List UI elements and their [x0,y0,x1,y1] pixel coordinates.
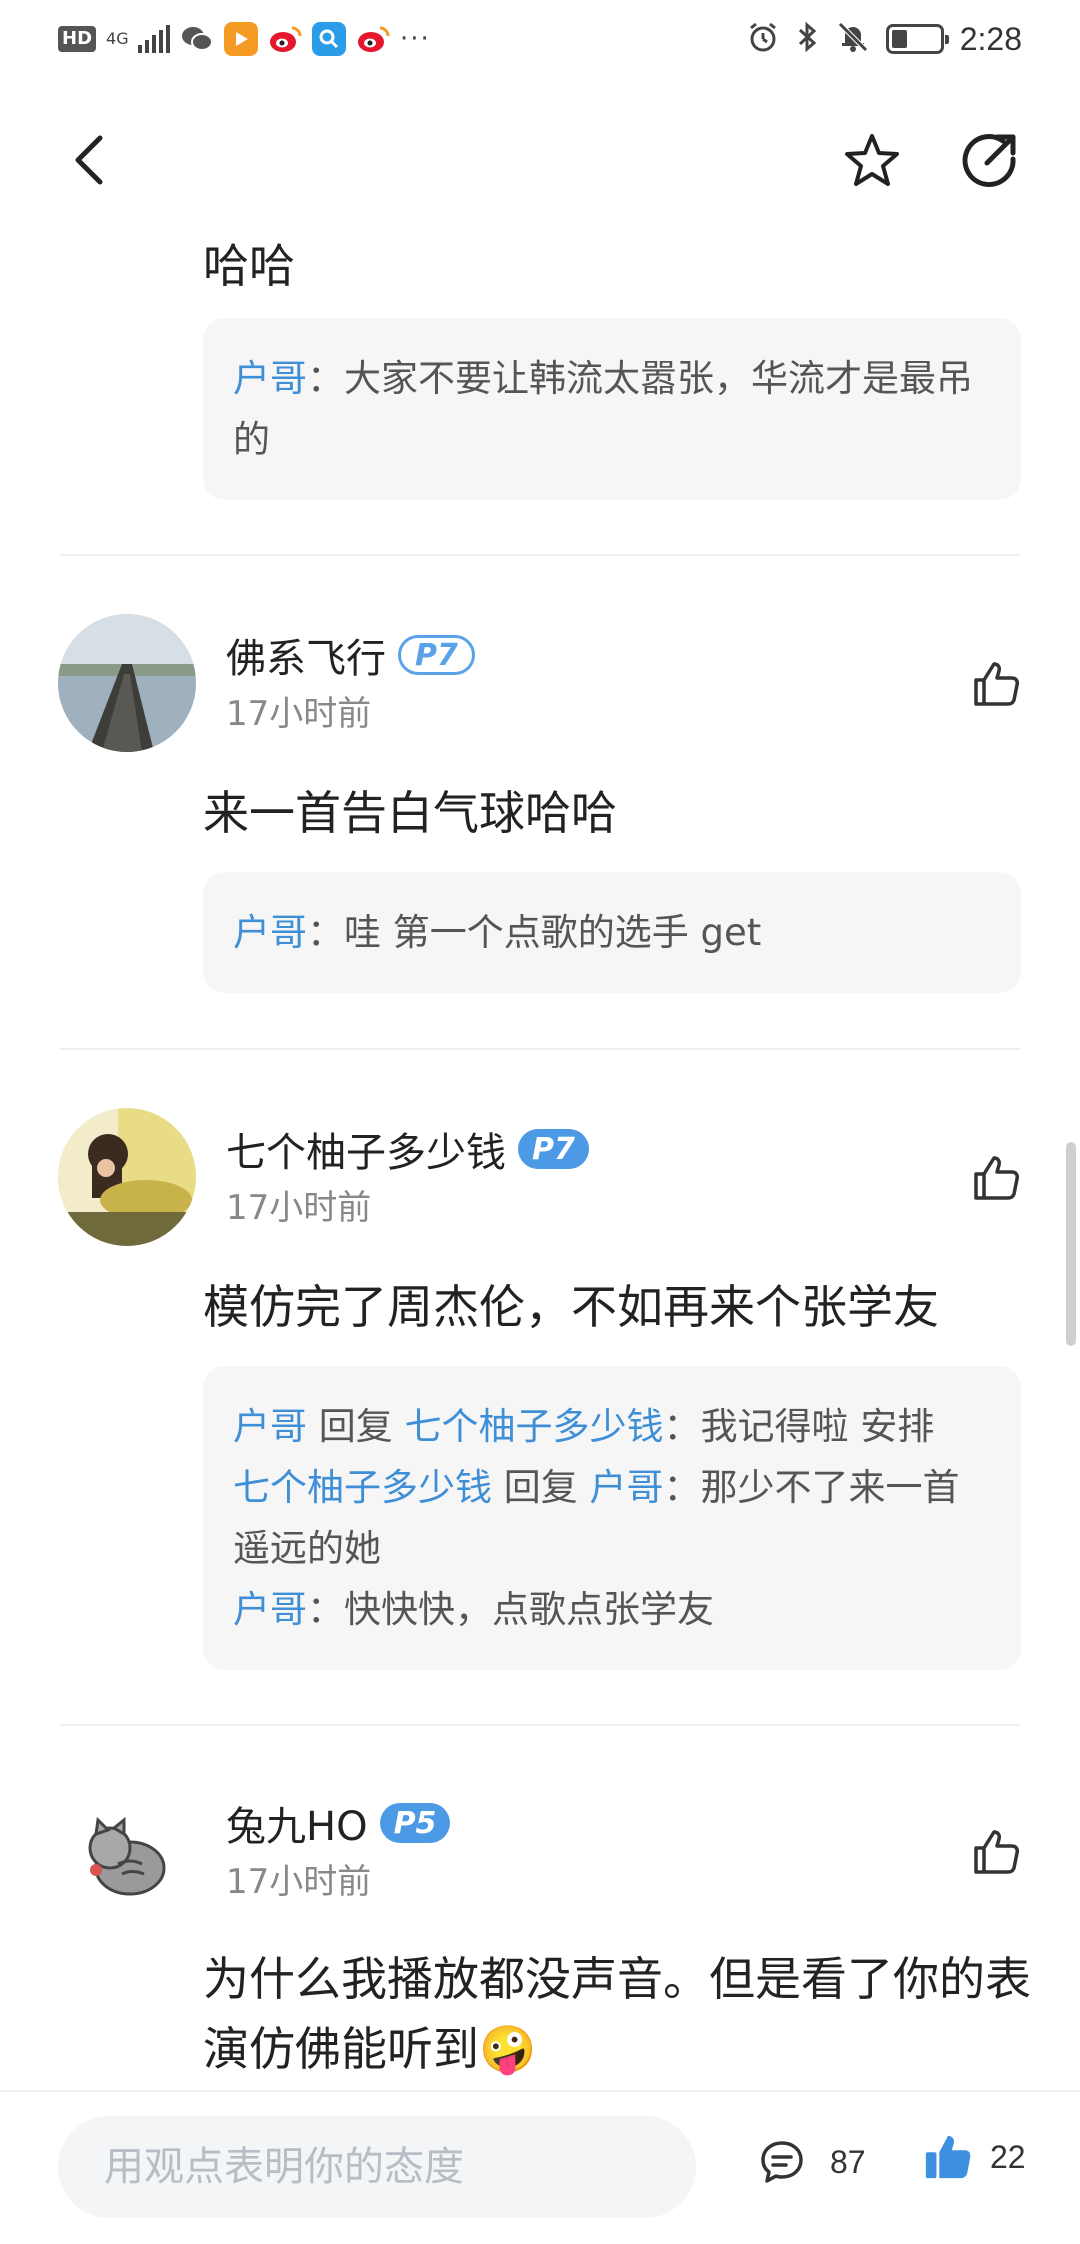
comment-input[interactable] [58,2116,696,2218]
divider [60,1048,1020,1050]
divider [60,1724,1020,1726]
reply-target[interactable]: 户哥 [590,1466,664,1509]
like-button[interactable] [970,1826,1022,1878]
reply-box[interactable]: 户哥：哇 第一个点歌的选手 get [203,872,1021,993]
username-row: 兔九HO P5 [226,1794,451,1852]
username[interactable]: 七个柚子多少钱 [226,1120,506,1178]
more-notifications: ··· [400,24,431,54]
reply-text: 大家不要让韩流太嚣张，华流才是最吊的 [233,357,973,461]
comment-time: 17小时前 [226,1862,372,1902]
weibo-icon [268,22,302,56]
reply-box[interactable]: 户哥 回复 七个柚子多少钱：我记得啦 安排 七个柚子多少钱 回复 户哥：那少不了… [203,1366,1021,1670]
wechat-icon [180,22,214,56]
reply-text: 快快快，点歌点张学友 [344,1588,714,1631]
reply-box[interactable]: 户哥：大家不要让韩流太嚣张，华流才是最吊的 [203,318,1021,500]
star-icon [845,134,899,186]
thumbs-up-icon [974,1156,1019,1200]
reply-text: 我记得啦 安排 [700,1405,935,1448]
network-type: 4G [106,29,129,48]
comments-button[interactable]: 87 [758,2138,866,2186]
username-row: 佛系飞行 P7 [226,626,475,684]
share-arrow-icon [962,134,1016,187]
reply-separator: ： [307,911,344,954]
level-badge: P7 [398,635,475,675]
level-badge: P5 [379,1803,451,1843]
reply-line: 户哥 回复 七个柚子多少钱：我记得啦 安排 [233,1396,991,1457]
avatar[interactable] [58,1782,196,1920]
reply-author[interactable]: 户哥 [233,1405,307,1448]
clock: 2:28 [959,20,1022,57]
thumbs-up-icon [974,662,1019,706]
battery-icon [885,24,949,54]
reply-separator: ： [663,1405,701,1448]
comment-time: 17小时前 [226,1188,372,1228]
like-button[interactable] [970,1152,1022,1204]
like-button[interactable] [970,658,1022,710]
reply-target[interactable]: 七个柚子多少钱 [405,1405,664,1448]
favorite-button[interactable] [840,128,904,192]
comment-time: 17小时前 [226,694,372,734]
reply-author[interactable]: 户哥 [233,911,307,954]
thumbs-up-icon [925,2135,971,2179]
weibo-icon-2 [356,22,390,56]
comment-bubble-icon [761,2141,803,2183]
reply-author[interactable]: 七个柚子多少钱 [233,1466,492,1509]
reply-line: 户哥：快快快，点歌点张学友 [233,1579,991,1640]
reply-separator: ： [663,1466,701,1509]
thumbs-up-icon [974,1830,1019,1874]
reply-separator: ： [307,357,344,400]
bluetooth-icon [796,20,820,58]
reply-author[interactable]: 户哥 [233,357,307,400]
comment-text: 哈哈 [203,239,295,293]
username[interactable]: 兔九HO [226,1794,368,1852]
reply-word: 回复 [307,1405,405,1448]
comment-text: 模仿完了周杰伦，不如再来个张学友 [203,1280,939,1334]
reply-author[interactable]: 户哥 [233,1588,307,1631]
scrollbar[interactable] [1066,1142,1076,1346]
back-button[interactable] [58,128,122,192]
top-navigation [0,110,1080,210]
like-count: 22 [990,2138,1026,2175]
reply-line: 户哥：大家不要让韩流太嚣张，华流才是最吊的 [233,348,991,470]
search-app-icon [312,22,347,56]
alarm-icon [746,20,780,58]
reply-line: 七个柚子多少钱 回复 户哥：那少不了来一首遥远的她 [233,1457,991,1579]
video-app-icon [224,22,259,56]
mute-icon [836,20,870,58]
avatar[interactable] [58,614,196,752]
comment-count: 87 [830,2143,866,2180]
status-bar: HD 4G ··· 2:28 [0,0,1080,80]
divider [60,554,1020,556]
signal-icon [138,25,171,53]
comment-text: 来一首告白气球哈哈 [203,786,617,840]
bottom-bar: 87 22 [0,2090,1080,2244]
level-badge: P7 [518,1129,589,1169]
chevron-left-icon [75,135,103,185]
hd-indicator: HD [58,26,97,52]
reply-text: 哇 第一个点歌的选手 get [344,911,762,954]
avatar[interactable] [58,1108,196,1246]
like-post-button[interactable]: 22 [922,2132,1026,2182]
username[interactable]: 佛系飞行 [226,626,386,684]
username-row: 七个柚子多少钱 P7 [226,1120,589,1178]
reply-word: 回复 [492,1466,590,1509]
reply-separator: ： [307,1588,344,1631]
comment-text: 为什么我播放都没声音。但是看了你的表演仿佛能听到🤪 [203,1952,1031,2076]
reply-line: 户哥：哇 第一个点歌的选手 get [233,902,991,963]
share-button[interactable] [958,128,1022,192]
